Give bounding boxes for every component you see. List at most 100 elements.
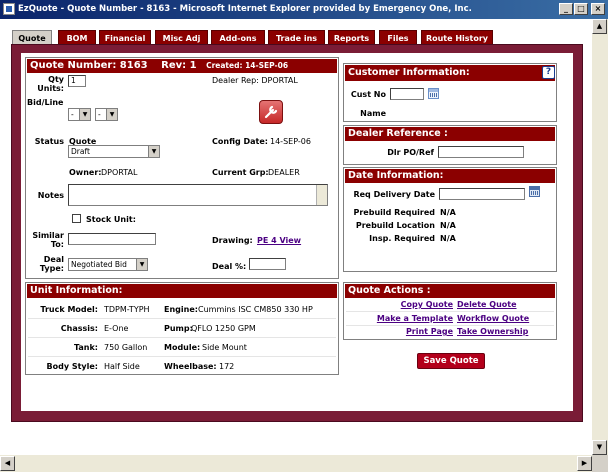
calendar-icon[interactable]	[529, 186, 540, 197]
scroll-right-icon[interactable]: ▶	[577, 456, 592, 471]
lookup-table-icon[interactable]	[428, 88, 439, 99]
tab-financial[interactable]: Financial	[99, 30, 151, 45]
dealer-reference-header: Dealer Reference :	[345, 127, 555, 141]
workflow-quote-link[interactable]: Workflow Quote	[457, 314, 529, 323]
help-icon[interactable]: ?	[542, 66, 555, 79]
scroll-down-icon[interactable]: ▼	[592, 440, 607, 455]
dlr-po-label: Dlr PO/Ref	[387, 148, 434, 157]
owner-value: DPORTAL	[101, 168, 138, 177]
vertical-scrollbar[interactable]: ▲ ▼	[592, 19, 608, 455]
truck-model-value: TDPM-TYPH	[104, 305, 150, 314]
current-grp-label: Current Grp:	[212, 168, 269, 177]
prebuild-required-value: N/A	[440, 208, 456, 217]
drawing-label: Drawing:	[212, 236, 253, 245]
take-ownership-link[interactable]: Take Ownership	[457, 327, 528, 336]
configure-wrench-icon[interactable]	[259, 100, 283, 124]
delete-quote-link[interactable]: Delete Quote	[457, 300, 517, 309]
pump-label: Pump:	[164, 324, 193, 333]
pump-value: QFLO 1250 GPM	[191, 324, 256, 333]
tank-label: Tank:	[73, 343, 98, 352]
chassis-label: Chassis:	[60, 324, 98, 333]
chevron-down-icon: ▼	[148, 146, 159, 157]
deal-type-label: Deal Type:	[39, 255, 64, 273]
window-title: EzQuote - Quote Number - 8163 - Microsof…	[18, 4, 472, 14]
insp-required-label: Insp. Required	[369, 234, 435, 243]
tab-files[interactable]: Files	[379, 30, 417, 45]
similar-to-input[interactable]	[68, 233, 156, 245]
dlr-po-input[interactable]	[438, 146, 524, 158]
horizontal-scrollbar[interactable]: ◀ ▶	[0, 455, 592, 472]
date-panel: Date Information:	[343, 167, 557, 272]
insp-required-value: N/A	[440, 234, 456, 243]
body-style-value: Half Side	[104, 362, 140, 371]
engine-value: Cummins ISC CM850 330 HP	[198, 305, 313, 314]
wheelbase-value: 172	[219, 362, 235, 371]
qty-units-input[interactable]: 1	[68, 75, 86, 87]
similar-to-label: Similar To:	[32, 231, 64, 249]
deal-type-select[interactable]: Negotiated Bid ▼	[68, 258, 148, 271]
tab-quote[interactable]: Quote	[12, 30, 52, 45]
row-divider	[28, 318, 336, 319]
print-page-link[interactable]: Print Page	[406, 327, 453, 336]
bid-line-label: Bid/Line	[27, 98, 64, 107]
minimize-button[interactable]: _	[559, 3, 573, 15]
scroll-up-icon[interactable]: ▲	[592, 19, 607, 34]
cust-no-label: Cust No	[350, 90, 386, 99]
truck-model-label: Truck Model:	[40, 305, 98, 314]
status-select[interactable]: Draft ▼	[68, 145, 160, 158]
prebuild-required-label: Prebuild Required	[353, 208, 436, 217]
engine-label: Engine:	[164, 305, 198, 314]
dealer-reference-panel: Dealer Reference :	[343, 125, 557, 165]
quote-created: Created: 14-SEP-06	[206, 61, 289, 70]
current-grp-value: DEALER	[268, 168, 300, 177]
row-divider	[346, 311, 554, 312]
tab-route-history[interactable]: Route History	[421, 30, 493, 45]
maximize-button[interactable]: □	[574, 3, 588, 15]
status-select-value: Draft	[71, 147, 90, 156]
stock-unit-label: Stock Unit:	[86, 215, 136, 224]
status-label: Status	[34, 137, 64, 146]
line-select[interactable]: - ▼	[95, 108, 118, 121]
notes-scrollbar[interactable]	[316, 185, 327, 205]
prebuild-location-label: Prebuild Location	[355, 221, 435, 230]
deal-pct-label: Deal %:	[212, 262, 247, 271]
body-style-label: Body Style:	[46, 362, 99, 371]
chevron-down-icon: ▼	[79, 109, 90, 120]
req-delivery-input[interactable]	[439, 188, 525, 200]
chevron-down-icon: ▼	[136, 259, 147, 270]
prebuild-location-value: N/A	[440, 221, 456, 230]
notes-label: Notes	[37, 191, 64, 200]
scrollbar-corner	[592, 455, 608, 472]
quote-panel-header: Quote Number: 8163 Rev: 1 Created: 14-SE…	[27, 59, 337, 73]
deal-type-value: Negotiated Bid	[71, 260, 127, 269]
row-divider	[28, 356, 336, 357]
make-template-link[interactable]: Make a Template	[377, 314, 453, 323]
wheelbase-label: Wheelbase:	[164, 362, 217, 371]
tab-reports[interactable]: Reports	[328, 30, 375, 45]
date-panel-header: Date Information:	[345, 169, 555, 183]
stock-unit-checkbox[interactable]	[72, 214, 81, 223]
tab-misc-adj[interactable]: Misc Adj	[155, 30, 208, 45]
dealer-rep: Dealer Rep: DPORTAL	[212, 76, 298, 85]
quote-rev: Rev: 1	[161, 60, 197, 71]
drawing-link[interactable]: PE 4 View	[257, 236, 301, 245]
quote-number: Quote Number: 8163	[30, 60, 148, 71]
deal-pct-input[interactable]	[249, 258, 286, 270]
ie-app-icon	[3, 3, 15, 15]
notes-textarea[interactable]	[68, 184, 328, 206]
req-delivery-label: Req Delivery Date	[353, 190, 435, 199]
scroll-left-icon[interactable]: ◀	[0, 456, 15, 471]
copy-quote-link[interactable]: Copy Quote	[401, 300, 453, 309]
tab-add-ons[interactable]: Add-ons	[211, 30, 265, 45]
row-divider	[346, 325, 554, 326]
module-label: Module:	[164, 343, 201, 352]
tab-trade-ins[interactable]: Trade ins	[268, 30, 325, 45]
line-select-value: -	[98, 110, 101, 119]
bid-select[interactable]: - ▼	[68, 108, 91, 121]
tab-bom[interactable]: BOM	[58, 30, 96, 45]
close-button[interactable]: ×	[591, 3, 605, 15]
quote-actions-header: Quote Actions :	[345, 284, 555, 298]
cust-no-input[interactable]	[390, 88, 424, 100]
save-quote-button[interactable]: Save Quote	[417, 353, 485, 369]
customer-panel-header: Customer Information:	[345, 65, 555, 81]
